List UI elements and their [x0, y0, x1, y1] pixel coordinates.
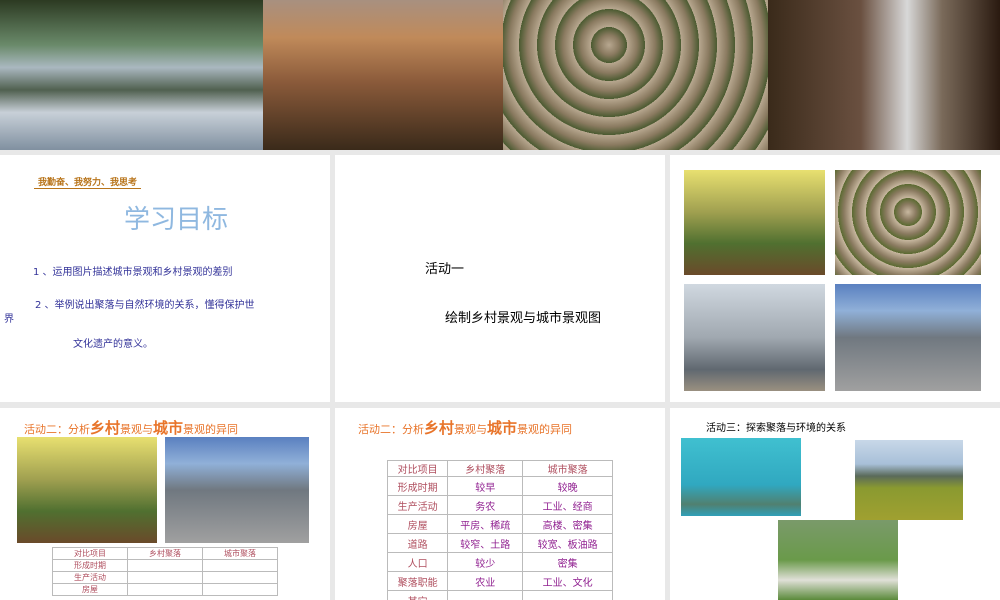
- slide-activity-two-filled[interactable]: 活动二：分析乡村景观与城市景观的异同 对比项目 乡村聚落 城市聚落 形成时期 较早 较晚…: [335, 408, 665, 600]
- slide-title: 学习目标: [124, 205, 229, 235]
- motto: 我勤奋、我努力、我思考: [34, 175, 142, 189]
- grassland-herding-photo: [778, 520, 898, 600]
- slide-activity-one[interactable]: 活动一 绘制乡村景观与城市景观图: [335, 155, 665, 402]
- comparison-table: 对比项目 乡村聚落 城市聚落 形成时期 生产活动 房屋: [52, 547, 278, 596]
- slide-photos[interactable]: [670, 155, 1000, 402]
- lake-bridge-photo: [0, 0, 263, 150]
- goal-2-cont: 界: [4, 314, 14, 325]
- city-aerial-photo: [835, 284, 981, 391]
- activity-label: 活动一: [425, 262, 465, 277]
- thatched-village-photo: [503, 0, 768, 150]
- rice-harvest-photo: [855, 440, 963, 520]
- goal-2-end: 文化遗产的意义。: [73, 339, 153, 350]
- goal-2: 2 、举例说出聚落与自然环境的关系，懂得保护世: [35, 300, 255, 311]
- rural-valley-photo: [17, 437, 157, 543]
- old-street-photo: [768, 0, 1000, 150]
- comparison-table: 对比项目 乡村聚落 城市聚落 形成时期 较早 较晚 生产活动 务农 工业、经商 房屋 平房、稀…: [386, 460, 613, 600]
- city-aerial-photo: [165, 437, 309, 543]
- rural-valley-photo: [684, 170, 825, 275]
- activity-task: 绘制乡村景观与城市景观图: [445, 311, 602, 326]
- goal-1: 1 、运用图片描述城市景观和乡村景观的差别: [33, 267, 233, 278]
- slide-heading: 活动三：探索聚落与环境的关系: [706, 423, 846, 434]
- city-skyline-photo: [263, 0, 503, 150]
- slide-activity-two-blank[interactable]: 活动二：分析乡村景观与城市景观的异同 对比项目 乡村聚落 城市聚落 形成时期 生产活…: [0, 408, 330, 600]
- slide-learning-goals[interactable]: 我勤奋、我努力、我思考 学习目标 1 、运用图片描述城市景观和乡村景观的差别 2…: [0, 155, 330, 402]
- slide-heading: 活动二：分析乡村景观与城市景观的异同: [24, 419, 239, 437]
- slide-heading: 活动二：分析乡村景观与城市景观的异同: [358, 419, 573, 437]
- slide-activity-three[interactable]: 活动三：探索聚落与环境的关系: [670, 408, 1000, 600]
- village-roofs-photo: [835, 170, 981, 275]
- sea-farming-photo: [681, 438, 801, 516]
- city-towers-photo: [684, 284, 825, 391]
